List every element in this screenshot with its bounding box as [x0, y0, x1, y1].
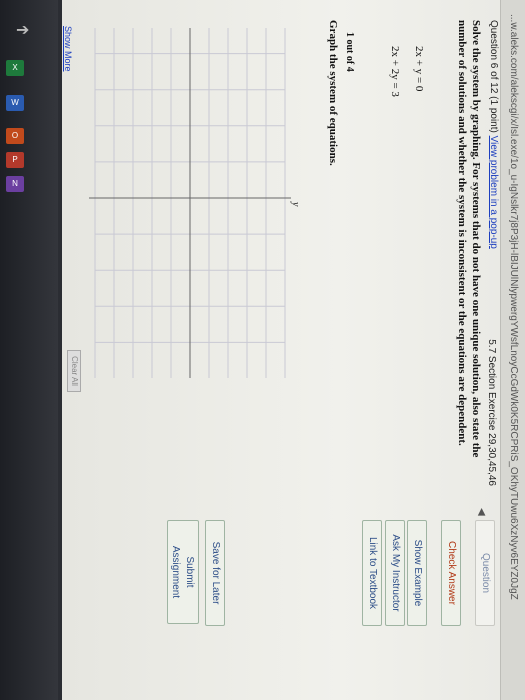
taskbar-powerpoint-icon[interactable]: P: [6, 152, 24, 168]
question-number: Question 6 of 12 (1 point): [488, 20, 499, 133]
graph-prompt: Graph the system of equations.: [327, 20, 339, 166]
clear-all-button[interactable]: Clear All: [67, 350, 81, 392]
question-tab[interactable]: Question: [475, 520, 495, 626]
link-textbook-button[interactable]: Link to Textbook: [362, 520, 382, 626]
save-for-later-button[interactable]: Save for Later: [205, 520, 225, 626]
collapse-arrow-icon[interactable]: ◀: [476, 508, 487, 516]
taskbar-word-icon[interactable]: W: [6, 95, 24, 111]
exercise-reference: 5.7 Section Exercise 29,30,45,46: [486, 339, 497, 486]
question-panel: Question 6 of 12 (1 point) View problem …: [63, 6, 505, 500]
score-text: 1 out of 4: [344, 32, 355, 72]
taskbar-excel-icon[interactable]: X: [6, 60, 24, 76]
equation-2: 2x + 2y = 3: [389, 46, 401, 97]
popup-link[interactable]: View problem in a pop-up: [488, 136, 499, 249]
show-more-link[interactable]: Show More: [63, 26, 73, 72]
submit-assignment-button[interactable]: Submit Assignment: [167, 520, 199, 624]
back-arrow-icon[interactable]: ➔: [16, 20, 29, 39]
equation-1: 2x + y = 0: [413, 46, 425, 92]
browser-window: ...w.aleks.com/alekscgi/x/Isl.exe/1o_u-I…: [62, 0, 525, 700]
submit-label: Submit: [184, 556, 195, 588]
show-example-button[interactable]: Show Example: [407, 520, 427, 626]
check-answer-button[interactable]: Check Answer: [441, 520, 461, 626]
y-axis-label: y: [290, 201, 301, 207]
ask-instructor-button[interactable]: Ask My Instructor: [385, 520, 405, 626]
problem-instructions: Solve the system by graphing. For system…: [456, 20, 482, 458]
graph-area[interactable]: 54321-1-2-3-4-5xy: [75, 6, 305, 392]
taskbar: ➔ X W O P N: [0, 0, 58, 700]
coordinate-grid[interactable]: 54321-1-2-3-4-5xy: [75, 6, 305, 392]
taskbar-outlook-icon[interactable]: O: [6, 128, 24, 144]
taskbar-onenote-icon[interactable]: N: [6, 176, 24, 192]
assignment-label: Assignment: [170, 545, 181, 599]
question-header: Question 6 of 12 (1 point) View problem …: [488, 20, 499, 249]
